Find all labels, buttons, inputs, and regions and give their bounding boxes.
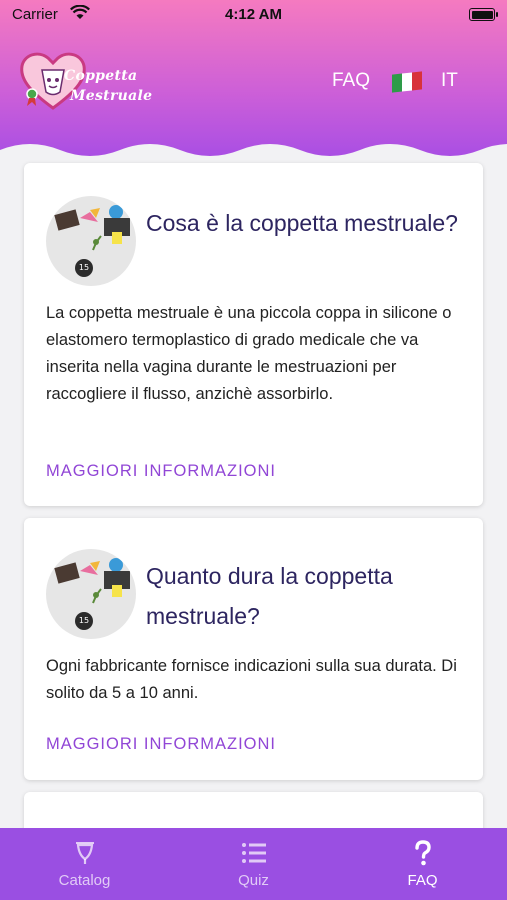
faq-card: 15 Quanto dura la coppetta mestruale? Og… bbox=[24, 518, 483, 780]
svg-text:15: 15 bbox=[79, 263, 89, 272]
card-body: La coppetta mestruale è una piccola copp… bbox=[46, 304, 452, 403]
tab-label: Catalog bbox=[58, 872, 111, 889]
tab-bar: Catalog Quiz FAQ bbox=[0, 828, 507, 900]
header-faq-link[interactable]: FAQ bbox=[332, 70, 370, 92]
list-icon bbox=[242, 843, 266, 863]
more-info-link[interactable]: MAGGIORI INFORMAZIONI bbox=[46, 462, 276, 481]
card-title: Cosa è la coppetta mestruale? bbox=[146, 210, 458, 236]
card-thumbnail: 15 bbox=[46, 549, 136, 639]
tab-label: FAQ bbox=[407, 872, 438, 889]
svg-text:15: 15 bbox=[79, 616, 89, 625]
question-icon bbox=[415, 840, 431, 866]
product-thumbnail-icon: 15 bbox=[54, 205, 130, 277]
battery-icon bbox=[469, 8, 498, 21]
logo-text-line1: Coppetta bbox=[64, 68, 138, 84]
status-bar: Carrier 4:12 AM bbox=[0, 0, 507, 30]
card-thumbnail: 15 bbox=[46, 196, 136, 286]
italian-flag-icon[interactable] bbox=[392, 71, 422, 93]
tab-label: Quiz bbox=[238, 872, 269, 889]
product-thumbnail-icon: 15 bbox=[54, 558, 130, 630]
tab-catalog[interactable]: Catalog bbox=[0, 828, 169, 900]
card-title: Quanto dura la coppetta mestruale? bbox=[146, 563, 393, 629]
faq-card: 15 Cosa è la coppetta mestruale? La copp… bbox=[24, 163, 483, 506]
language-selector[interactable]: IT bbox=[441, 70, 458, 92]
tab-faq[interactable]: FAQ bbox=[338, 828, 507, 900]
logo-text-line2: Mestruale bbox=[70, 88, 153, 104]
card-body: Ogni fabbricante fornisce indicazioni su… bbox=[46, 657, 457, 702]
cup-icon bbox=[76, 842, 94, 864]
clock: 4:12 AM bbox=[225, 6, 282, 23]
tab-quiz[interactable]: Quiz bbox=[169, 828, 338, 900]
app-logo[interactable]: Coppetta Mestruale bbox=[18, 50, 158, 112]
more-info-link[interactable]: MAGGIORI INFORMAZIONI bbox=[46, 735, 276, 754]
